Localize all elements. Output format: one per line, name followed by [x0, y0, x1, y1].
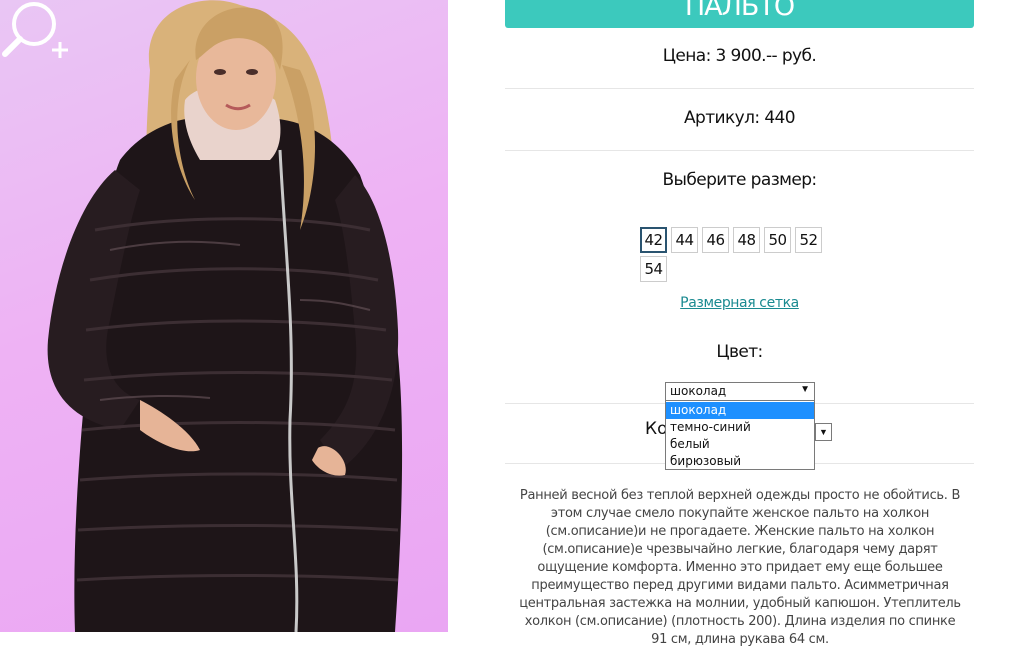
size-option-42[interactable]: 42	[640, 227, 667, 253]
color-select-value: шоколад	[670, 384, 727, 398]
size-option-48[interactable]: 48	[733, 227, 760, 253]
color-label: Цвет:	[716, 342, 763, 362]
size-option-52[interactable]: 52	[795, 227, 822, 253]
size-chart-link[interactable]: Размерная сетка	[505, 295, 974, 311]
size-option-50[interactable]: 50	[764, 227, 791, 253]
product-price: Цена: 3 900.-- руб.	[662, 46, 817, 66]
caret-down-icon: ▼	[800, 384, 810, 395]
product-description: Ранней весной без теплой верхней одежды …	[519, 488, 961, 647]
product-title: ПАЛЬТО	[684, 0, 795, 22]
product-photo[interactable]	[0, 0, 448, 632]
product-title-bar: ПАЛЬТО	[505, 0, 974, 28]
color-option-white[interactable]: белый	[666, 436, 814, 453]
color-select[interactable]: шоколад ▼	[665, 382, 815, 401]
divider	[505, 150, 974, 151]
size-option-54[interactable]: 54	[640, 256, 667, 282]
color-dropdown-list: шоколад темно-синий белый бирюзовый	[665, 400, 815, 470]
color-option-chocolate[interactable]: шоколад	[666, 402, 814, 419]
divider	[505, 88, 974, 89]
model-illustration	[47, 0, 403, 632]
product-article: Артикул: 440	[684, 108, 796, 128]
color-option-turquoise[interactable]: бирюзовый	[666, 453, 814, 470]
color-option-navy[interactable]: темно-синий	[666, 419, 814, 436]
size-option-44[interactable]: 44	[671, 227, 698, 253]
quantity-select-arrow[interactable]: ▼	[815, 423, 832, 441]
choose-size-label: Выберите размер:	[662, 170, 817, 190]
zoom-in-icon[interactable]	[0, 0, 74, 62]
caret-down-icon: ▼	[819, 427, 828, 437]
size-option-46[interactable]: 46	[702, 227, 729, 253]
